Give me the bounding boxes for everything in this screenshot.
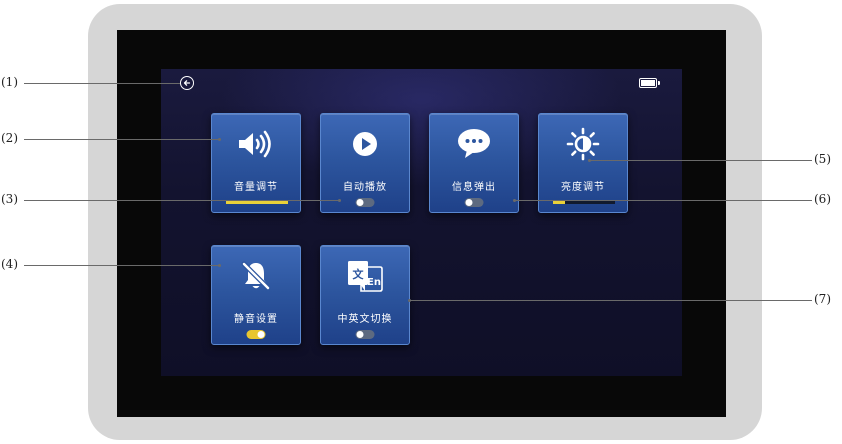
callout-dot-5: [588, 159, 591, 162]
language-en-glyph: En: [367, 277, 381, 288]
autoplay-toggle[interactable]: [355, 198, 375, 207]
tile-language[interactable]: 文 En 中英文切换: [320, 245, 410, 345]
callout-5: (5): [814, 152, 831, 166]
battery-level: [641, 80, 655, 86]
tile-label: 音量调节: [234, 182, 278, 193]
callout-line-4: [24, 265, 220, 266]
callout-3: (3): [1, 192, 18, 206]
mute-toggle[interactable]: [246, 330, 266, 339]
tile-autoplay[interactable]: 自动播放: [320, 113, 410, 213]
toggle-knob: [356, 331, 364, 338]
callout-line-2: [24, 139, 220, 140]
callout-4: (4): [1, 257, 18, 271]
speaker-volume-icon: [236, 127, 276, 161]
language-zh-glyph: 文: [353, 267, 365, 281]
tile-volume[interactable]: 音量调节: [211, 113, 301, 213]
toggle-knob: [257, 331, 265, 338]
back-button[interactable]: [180, 76, 194, 90]
sun-brightness-icon: [563, 127, 603, 161]
language-toggle[interactable]: [355, 330, 375, 339]
tile-label: 自动播放: [343, 182, 387, 193]
callout-dot-2: [218, 138, 221, 141]
message-popup-toggle[interactable]: [464, 198, 484, 207]
tile-mute[interactable]: 静音设置: [211, 245, 301, 345]
toggle-knob: [356, 199, 364, 206]
tile-label: 中英文切换: [337, 314, 393, 325]
callout-6: (6): [814, 192, 831, 206]
tile-message-popup[interactable]: 信息弹出: [429, 113, 519, 213]
screen: 音量调节 自动播放 信息弹出 亮度调节 静音设置 文 En 中英文切换: [161, 69, 682, 376]
callout-dot-3: [338, 199, 341, 202]
bell-muted-icon: [236, 259, 276, 293]
play-circle-icon: [345, 127, 385, 161]
chat-bubble-icon: [454, 127, 494, 161]
toggle-knob: [465, 199, 473, 206]
tile-brightness[interactable]: 亮度调节: [538, 113, 628, 213]
callout-line-6: [515, 200, 812, 201]
callout-dot-7: [408, 299, 411, 302]
callout-dot-4: [218, 264, 221, 267]
callout-dot-6: [513, 199, 516, 202]
callout-7: (7): [814, 292, 831, 306]
arrow-left-icon: [183, 80, 191, 86]
tile-label: 静音设置: [234, 314, 278, 325]
callout-1: (1): [1, 75, 18, 89]
language-switch-icon: 文 En: [345, 259, 385, 293]
callout-line-5: [590, 160, 812, 161]
battery-icon: [639, 78, 660, 88]
tile-label: 亮度调节: [561, 182, 605, 193]
callout-line-3: [24, 200, 340, 201]
tile-label: 信息弹出: [452, 182, 496, 193]
callout-2: (2): [1, 131, 18, 145]
callout-line-1: [24, 83, 180, 84]
callout-line-7: [410, 300, 812, 301]
